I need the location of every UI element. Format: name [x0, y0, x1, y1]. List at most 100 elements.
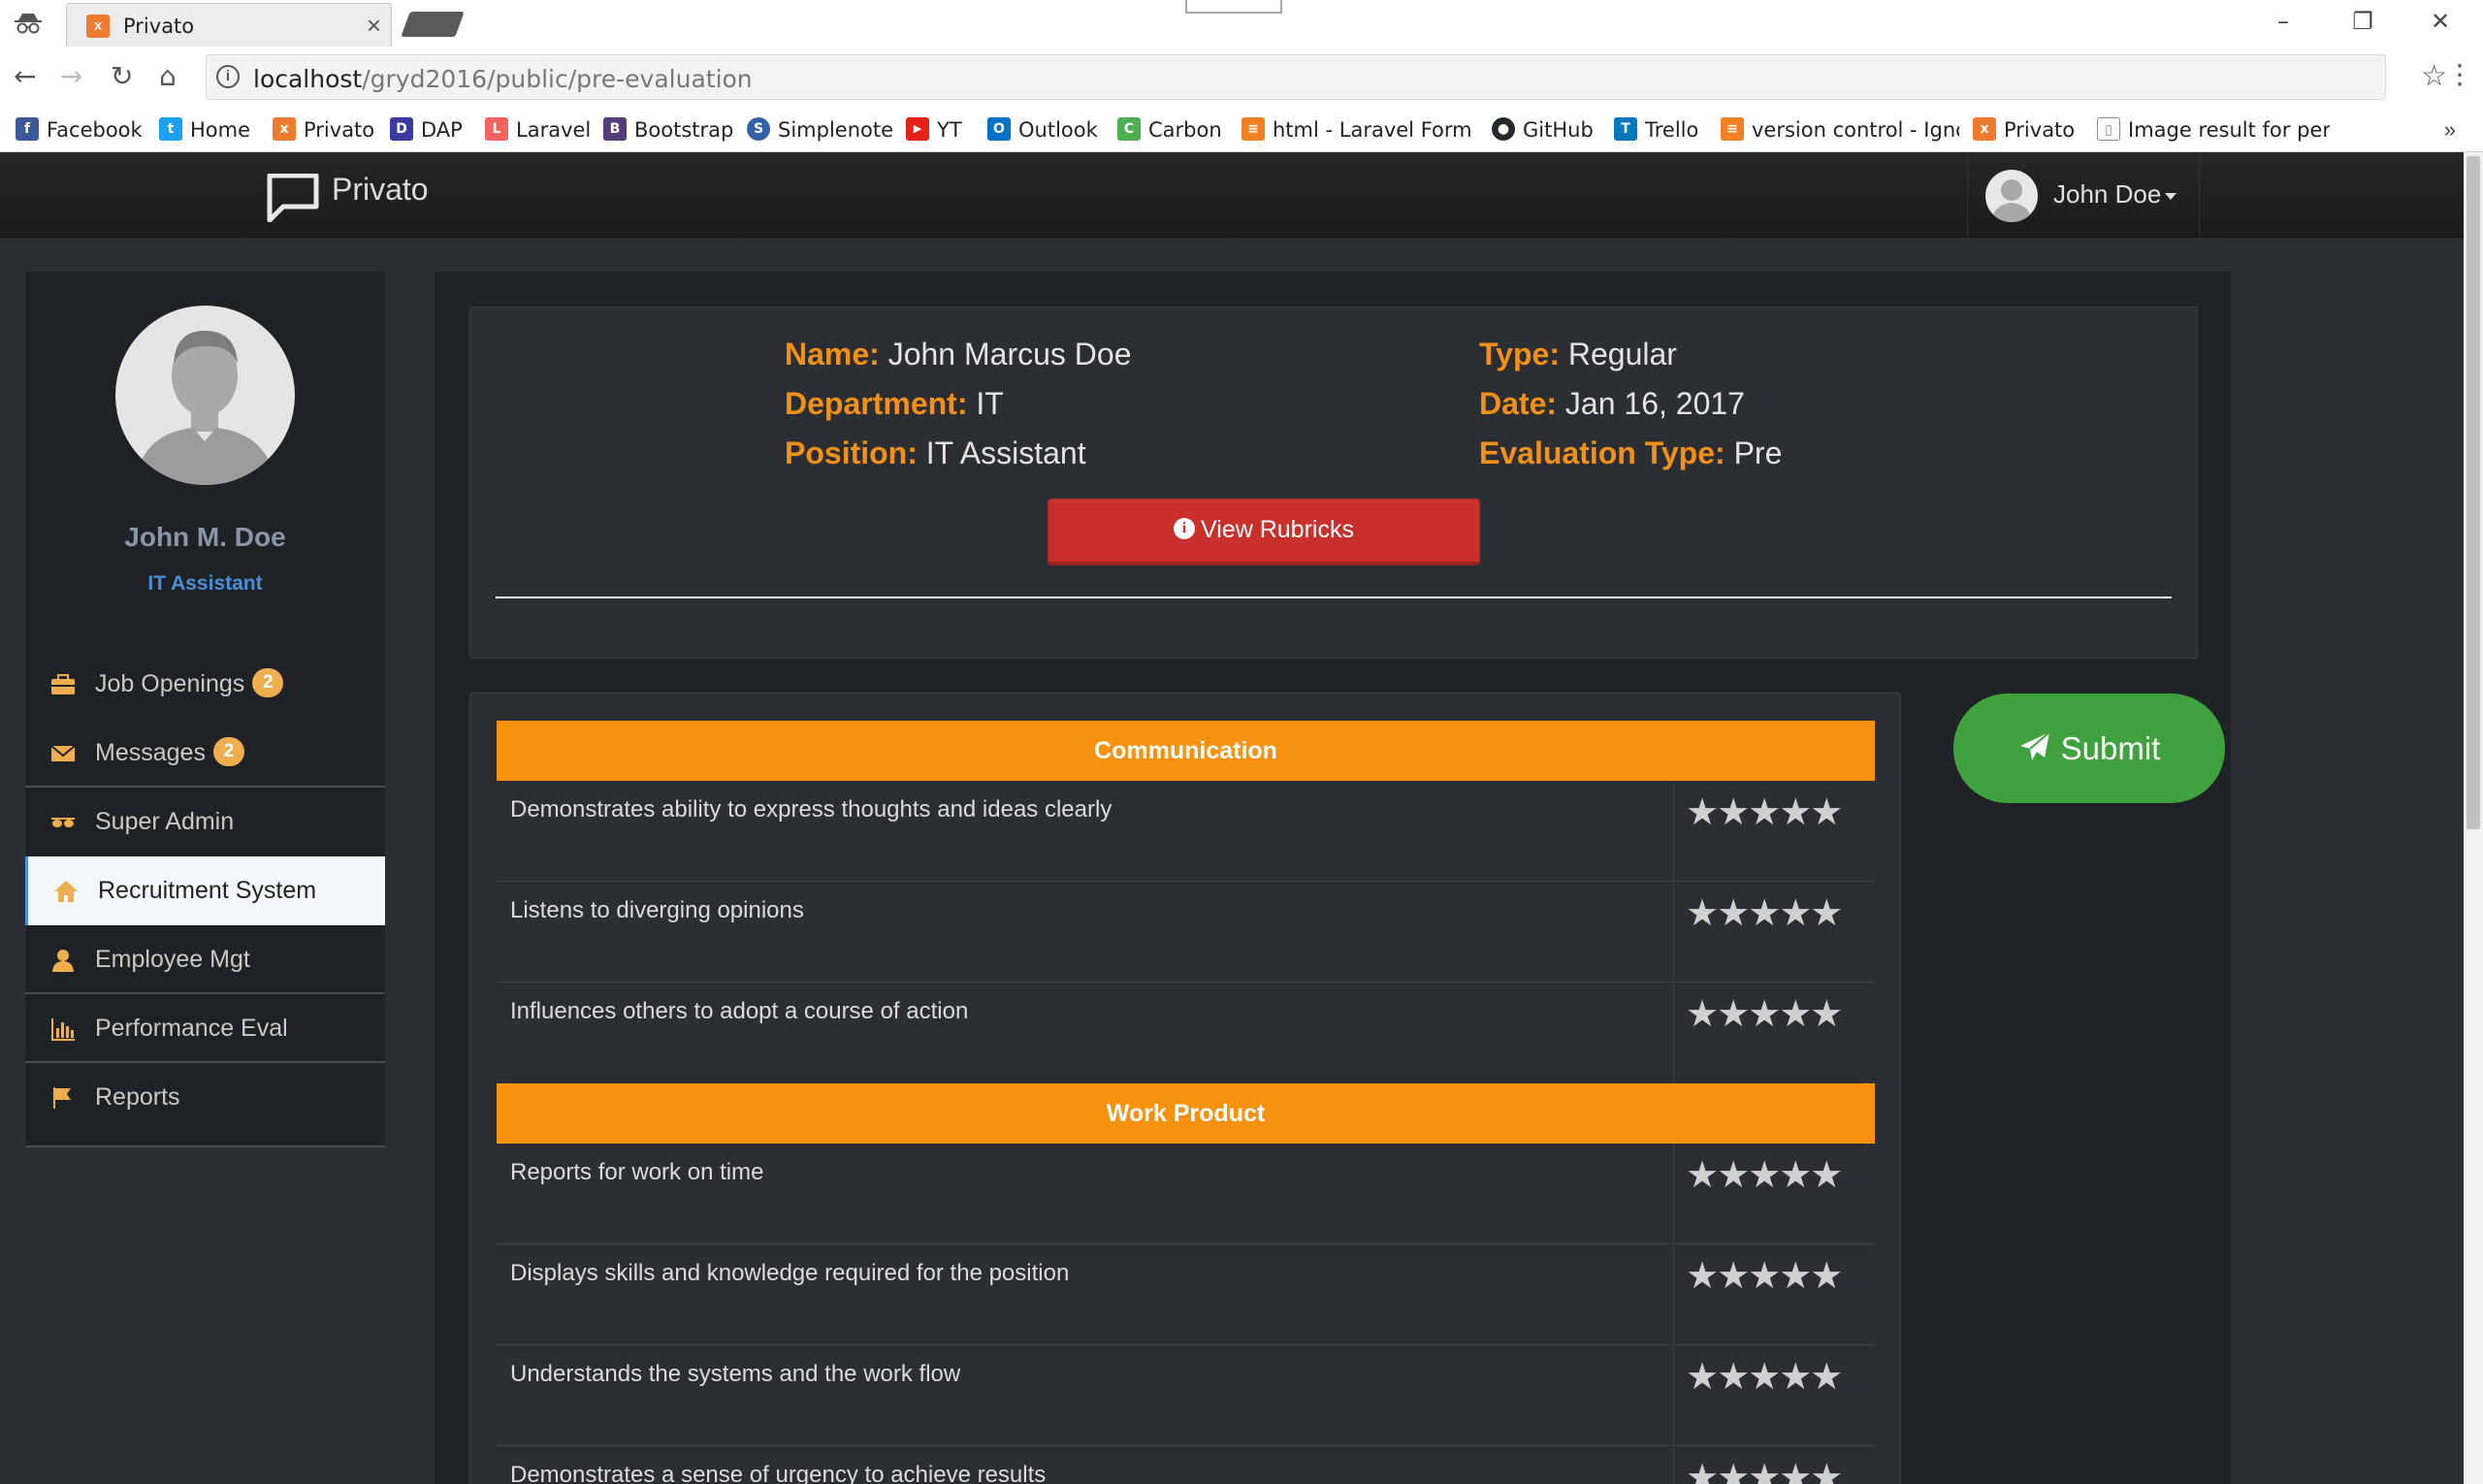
bookmark-item[interactable]: C Carbon: [1117, 113, 1222, 146]
rating-cell: ★★★★★: [1673, 882, 1875, 983]
bookmark-label: Carbon: [1148, 118, 1222, 142]
position-value: IT Assistant: [925, 436, 1086, 470]
sidebar-item-performance-eval[interactable]: Performance Eval: [25, 994, 385, 1063]
url-text[interactable]: localhost/gryd2016/public/pre-evaluation: [253, 65, 753, 93]
bookmarks-bar: f Facebook t Home x Privato D DAP L Laravel B…: [0, 108, 2483, 152]
view-rubrics-button[interactable]: i View Rubricks: [1048, 499, 1480, 565]
user-dropdown[interactable]: John Doe: [1967, 152, 2200, 238]
bookmark-label: Simplenote: [778, 118, 894, 142]
star-rating[interactable]: ★★★★★: [1686, 790, 1843, 834]
window-drag-handle[interactable]: [1185, 0, 1282, 14]
rating-cell: ★★★★★: [1673, 983, 1875, 1083]
window-close-icon[interactable]: ✕: [2421, 8, 2460, 35]
sidebar-item-label: Messages: [95, 739, 206, 766]
bookmark-label: DAP: [421, 118, 463, 142]
minimize-icon[interactable]: –: [2264, 8, 2303, 35]
bookmark-label: Image result for perfo: [2128, 118, 2330, 142]
forward-icon[interactable]: →: [60, 60, 82, 92]
site-info-icon[interactable]: i: [216, 65, 240, 88]
page-scrollbar[interactable]: [2464, 152, 2483, 1484]
browser-menu-icon[interactable]: ⋮: [2446, 58, 2473, 90]
bookmark-item[interactable]: S Simplenote: [747, 113, 893, 146]
app-navbar: Privato John Doe: [0, 152, 2464, 238]
criteria-text: Understands the systems and the work flo…: [510, 1361, 961, 1387]
rating-cell: ★★★★★: [1673, 1244, 1875, 1345]
profile-name: John M. Doe: [124, 522, 286, 552]
chat-bubble-icon: [267, 174, 319, 222]
evaluation-type-row: Evaluation Type: Pre: [1479, 436, 1782, 485]
bookmark-label: Laravel: [516, 118, 592, 142]
close-tab-icon[interactable]: ×: [367, 11, 381, 40]
criteria-text: Influences others to adopt a course of a…: [510, 998, 969, 1024]
sidebar-item-job-openings[interactable]: Job Openings 2: [25, 650, 385, 719]
criteria-row: Listens to diverging opinions ★★★★★: [497, 882, 1875, 983]
bookmark-item[interactable]: ≡ version control - Igno: [1721, 113, 1959, 146]
criteria-text: Listens to diverging opinions: [510, 897, 804, 923]
bookmark-label: Trello: [1645, 118, 1699, 142]
xampp-icon: x: [273, 117, 296, 141]
type-row: Type: Regular: [1479, 337, 1782, 386]
bookmark-item[interactable]: T Trello: [1614, 113, 1698, 146]
profile-picture: [115, 306, 295, 485]
star-rating[interactable]: ★★★★★: [1686, 1355, 1843, 1399]
sidebar-item-label: Job Openings: [95, 670, 245, 697]
bookmark-item[interactable]: x Privato: [273, 113, 374, 146]
more-bookmarks-icon[interactable]: »: [2444, 117, 2456, 143]
sidebar-item-super-admin[interactable]: Super Admin: [25, 788, 385, 856]
employee-info-left: Name: John Marcus Doe Department: IT Pos…: [785, 337, 1131, 485]
bookmark-label: Home: [190, 118, 251, 142]
bookmark-item[interactable]: t Home: [159, 113, 250, 146]
bookmark-item[interactable]: ▶ YT: [906, 113, 962, 146]
sidebar-menu: Job Openings 2 Messages 2 Super Admin Recr…: [25, 650, 385, 1147]
sidebar-item-label: Super Admin: [95, 808, 235, 835]
rating-cell: ★★★★★: [1673, 1345, 1875, 1446]
job-openings-badge: 2: [252, 668, 284, 698]
employee-info-right: Type: Regular Date: Jan 16, 2017 Evaluat…: [1479, 337, 1782, 485]
sidebar-item-label: Employee Mgt: [95, 946, 250, 973]
sidebar-item-reports[interactable]: Reports: [25, 1063, 385, 1132]
submit-label: Submit: [2060, 730, 2161, 766]
bookmark-item[interactable]: D DAP: [390, 113, 463, 146]
bookmark-label: Facebook: [47, 118, 143, 142]
scrollbar-thumb[interactable]: [2467, 156, 2480, 829]
bookmark-item[interactable]: x Privato: [1973, 113, 2075, 146]
profile-silhouette-icon: [135, 331, 276, 485]
bookmark-item[interactable]: f Facebook: [16, 113, 143, 146]
laravel-icon: L: [485, 117, 508, 141]
address-bar[interactable]: i localhost/gryd2016/public/pre-evaluati…: [206, 54, 2447, 100]
bookmark-item[interactable]: L Laravel: [485, 113, 591, 146]
sidebar-item-recruitment-system[interactable]: Recruitment System: [25, 856, 385, 925]
restore-icon[interactable]: ❐: [2343, 8, 2382, 35]
browser-tab[interactable]: x Privato ×: [66, 3, 392, 47]
new-tab-button[interactable]: [401, 12, 465, 37]
star-rating[interactable]: ★★★★★: [1686, 992, 1843, 1036]
bookmark-item[interactable]: B Bootstrap: [603, 113, 733, 146]
star-rating[interactable]: ★★★★★: [1686, 1254, 1843, 1298]
caret-down-icon: [2165, 192, 2177, 200]
submit-button[interactable]: Submit: [1953, 694, 2225, 803]
back-icon[interactable]: ←: [14, 60, 36, 92]
bookmark-star-icon[interactable]: ☆: [2421, 59, 2447, 93]
bookmark-item[interactable]: O Outlook: [987, 113, 1098, 146]
star-rating[interactable]: ★★★★★: [1686, 1456, 1843, 1484]
bookmark-item[interactable]: ● GitHub: [1492, 113, 1594, 146]
sidebar-item-employee-mgt[interactable]: Employee Mgt: [25, 925, 385, 994]
star-rating[interactable]: ★★★★★: [1686, 891, 1843, 935]
bookmark-label: YT: [937, 118, 962, 142]
bookmark-item[interactable]: ▯ Image result for perfo: [2097, 113, 2330, 146]
bootstrap-icon: B: [603, 117, 627, 141]
profile-position: IT Assistant: [147, 572, 263, 595]
sidebar-divider: [25, 1132, 385, 1147]
criteria-row: Reports for work on time ★★★★★: [497, 1144, 1875, 1244]
date-value: Jan 16, 2017: [1564, 386, 1745, 421]
sidebar-item-messages[interactable]: Messages 2: [25, 719, 385, 788]
home-icon[interactable]: ⌂: [159, 60, 177, 92]
reload-icon[interactable]: ↻: [111, 60, 133, 92]
star-rating[interactable]: ★★★★★: [1686, 1153, 1843, 1197]
sidebar-item-label: Reports: [95, 1083, 180, 1111]
user-name: John Doe: [2053, 179, 2177, 210]
bookmark-item[interactable]: ≡ html - Laravel Form b: [1242, 113, 1470, 146]
date-label: Date:: [1479, 386, 1558, 421]
avatar-icon: [1991, 179, 2032, 222]
criteria-row: Understands the systems and the work flo…: [497, 1345, 1875, 1446]
